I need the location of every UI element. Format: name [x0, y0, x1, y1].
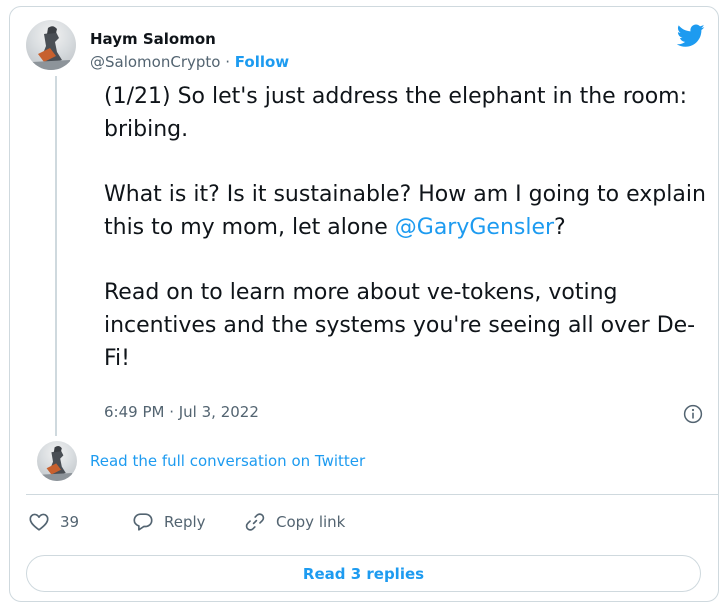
like-count: 39	[60, 513, 80, 531]
link-icon	[245, 513, 265, 531]
speech-bubble-icon	[133, 513, 153, 531]
reply-button[interactable]: Reply	[132, 511, 244, 533]
read-replies-label: Read 3 replies	[302, 564, 425, 583]
tweet-paragraph: Read on to learn more about ve-tokens, v…	[104, 280, 696, 371]
tweet-paragraph: (1/21) So let's just address the elephan…	[104, 84, 688, 142]
handle-separator: ·	[220, 53, 235, 71]
author-handle[interactable]: @SalomonCrypto	[90, 53, 220, 71]
follow-button[interactable]: Follow	[235, 53, 289, 71]
avatar-image	[41, 445, 73, 481]
copy-link-label: Copy link	[276, 513, 346, 531]
read-replies-button[interactable]: Read 3 replies	[26, 555, 701, 592]
info-icon[interactable]	[683, 404, 703, 424]
heart-icon	[29, 513, 49, 531]
tweet-timestamp[interactable]: 6:49 PM · Jul 3, 2022	[104, 403, 259, 421]
tweet-text: (1/21) So let's just address the elephan…	[104, 80, 706, 375]
reply-label: Reply	[164, 513, 206, 531]
mention-link[interactable]: @GaryGensler	[395, 215, 554, 240]
author-avatar[interactable]	[26, 20, 76, 70]
author-name[interactable]: Haym Salomon	[90, 30, 216, 48]
thread-line	[55, 76, 57, 436]
author-handle-line: @SalomonCrypto · Follow	[90, 53, 289, 71]
conversation-avatar[interactable]	[37, 441, 77, 481]
divider	[26, 494, 719, 495]
copy-link-button[interactable]: Copy link	[244, 511, 345, 533]
twitter-bird-icon[interactable]	[676, 24, 705, 48]
avatar-image	[32, 26, 70, 70]
like-button[interactable]: 39	[28, 511, 132, 533]
tweet-actions: 39 Reply Copy link	[28, 508, 345, 536]
tweet-text-segment: ?	[554, 215, 566, 240]
tweet-paragraph: What is it? Is it sustainable? How am I …	[104, 178, 706, 244]
read-full-conversation-link[interactable]: Read the full conversation on Twitter	[90, 452, 365, 470]
